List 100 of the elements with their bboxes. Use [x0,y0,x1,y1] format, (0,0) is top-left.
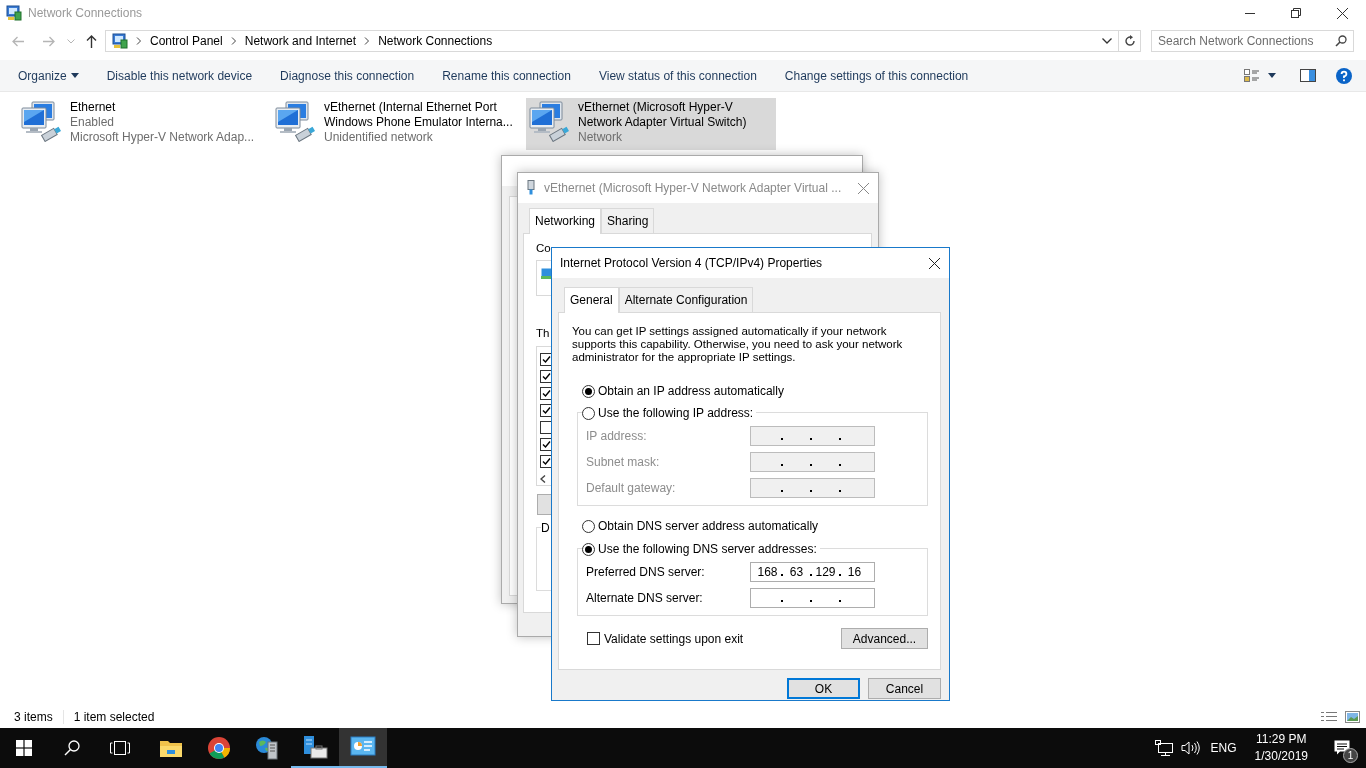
search-icon[interactable] [1335,35,1347,47]
checkbox-label[interactable]: Validate settings upon exit [604,629,744,648]
breadcrumb[interactable]: Control Panel [142,32,231,50]
connection-item[interactable]: vEthernet (Internal Ethernet Port Windows Phone Emulator Interna... Unidentified network [272,98,522,150]
dialog-title: vEthernet (Microsoft Hyper-V Network Adapter Virtual ... [544,180,842,197]
notification-icon[interactable] [1334,740,1350,756]
globe-server-icon[interactable] [255,736,279,760]
volume-icon[interactable] [1180,741,1201,755]
description-text: You can get IP settings assigned automatically if your network supports this capability. Otherwise, you need to ask your network administrator for the appropriate IP settings. [572,325,904,364]
breadcrumb[interactable]: Network Connections [370,32,501,50]
section-label: Co [536,241,551,256]
tab[interactable]: Networking [529,208,602,234]
search-field[interactable]: Search Network Connections [1151,30,1354,52]
taskbar-app[interactable] [339,728,387,768]
folder-icon[interactable] [159,738,183,758]
toolbar-button[interactable]: View status of this connection [584,59,771,92]
radio-button[interactable] [582,406,595,420]
tab[interactable]: General [564,287,619,313]
ip-address-field[interactable]: 168 63 129 16 [750,562,875,582]
clock-time[interactable]: 11:29 PM [1256,731,1307,748]
tab[interactable]: Alternate Configuration [618,287,754,312]
ip-address-field[interactable] [750,452,875,472]
control-panel-icon [112,33,128,49]
refresh-icon[interactable] [1123,35,1136,47]
tab[interactable]: Sharing [601,208,655,233]
network-plug-icon [526,180,536,196]
connection-status: Network [578,130,623,145]
start-icon[interactable] [16,740,32,756]
field-label: Default gateway: [586,480,676,497]
network-adapter-icon [274,100,316,142]
preview-pane-icon[interactable] [1300,69,1316,82]
chevron-icon[interactable] [136,37,142,45]
octet-text: 168 [756,564,779,581]
radio-button[interactable] [582,384,595,398]
large-icons-view-icon[interactable] [1345,711,1360,723]
window-title: Network Connections [28,5,143,22]
restore-icon[interactable] [1291,8,1301,18]
history-dropdown-icon[interactable] [1102,38,1112,44]
ip-address-field[interactable] [750,588,875,608]
field-label: Preferred DNS server: [586,564,705,581]
up-arrow-icon[interactable] [86,34,97,48]
radio-label[interactable]: Obtain an IP address automatically [598,382,784,400]
radio-label[interactable]: Use the following DNS server addresses: [598,540,817,558]
field-label: Subnet mask: [586,454,660,471]
close-icon[interactable] [929,257,940,269]
item-count: 3 items [14,709,53,726]
radio-label[interactable]: Use the following IP address: [598,404,754,422]
device-name: Microsoft Hyper-V Network Adap... [70,130,255,145]
field-label: Alternate DNS server: [586,590,703,607]
selection-count: 1 item selected [73,709,155,726]
connection-name: vEthernet (Microsoft Hyper-V [578,100,734,115]
radio-label[interactable]: Obtain DNS server address automatically [598,517,819,535]
radio-button[interactable] [582,542,595,556]
network-icon[interactable] [1154,740,1173,756]
view-options-icon[interactable] [1244,68,1260,83]
toolbar-button[interactable]: Change settings of this connection [770,59,983,92]
chevron-icon[interactable] [364,37,371,45]
clock-date[interactable]: 1/30/2019 [1254,748,1308,765]
caret-icon[interactable] [1268,73,1276,78]
search-icon[interactable] [64,740,80,756]
section-label: Th [536,326,550,342]
ip-address-field[interactable] [750,426,875,446]
network-adapter-icon [20,100,62,142]
chevron-icon[interactable] [230,37,237,45]
field-label: IP address: [586,428,647,445]
octet-text: 63 [788,564,805,581]
breadcrumb[interactable]: Network and Internet [236,32,365,50]
organize-menu[interactable]: Organize [4,59,93,92]
close-icon[interactable] [1337,7,1348,19]
caret-icon [70,73,79,78]
checkbox[interactable] [587,632,600,645]
connection-status: Enabled [70,115,116,130]
connection-status: Unidentified network [324,130,434,145]
details-view-icon[interactable] [1321,710,1337,724]
toolbar-button[interactable]: Disable this network device [92,59,267,92]
connection-item[interactable]: vEthernet (Microsoft Hyper-V Network Adapter Virtual Switch) Network [526,98,776,150]
help-icon[interactable] [1336,67,1352,84]
notification-badge: 1 [1343,748,1358,763]
connection-name: Ethernet [70,100,117,115]
ip-address-field[interactable] [750,478,875,498]
connection-name: vEthernet (Internal Ethernet Port [324,100,498,115]
control-panel-icon[interactable] [350,736,376,758]
dialog-title: Internet Protocol Version 4 (TCP/IPv4) Properties [560,255,823,272]
toolbar-button[interactable]: Rename this connection [428,59,585,92]
octet-text: 129 [814,564,837,581]
advanced-button[interactable]: Advanced... [841,628,928,649]
network-adapter-icon [528,100,570,142]
connection-name: Network Adapter Virtual Switch) [578,115,747,130]
connection-item[interactable]: Ethernet Enabled Microsoft Hyper-V Network Adap... [18,98,268,150]
task-view-icon[interactable] [110,741,130,755]
scroll-left-icon[interactable] [540,475,546,484]
octet-text: 16 [846,564,863,581]
language-indicator[interactable]: ENG [1210,739,1237,757]
connection-name: Windows Phone Emulator Interna... [324,115,513,130]
server-toolbox-icon[interactable] [302,735,328,759]
browser-icon[interactable] [207,736,231,760]
toolbar-button[interactable]: Diagnose this connection [266,59,429,92]
dialog-button[interactable]: OK [787,678,860,699]
radio-button[interactable] [582,519,595,533]
dialog-button[interactable]: Cancel [868,678,941,699]
